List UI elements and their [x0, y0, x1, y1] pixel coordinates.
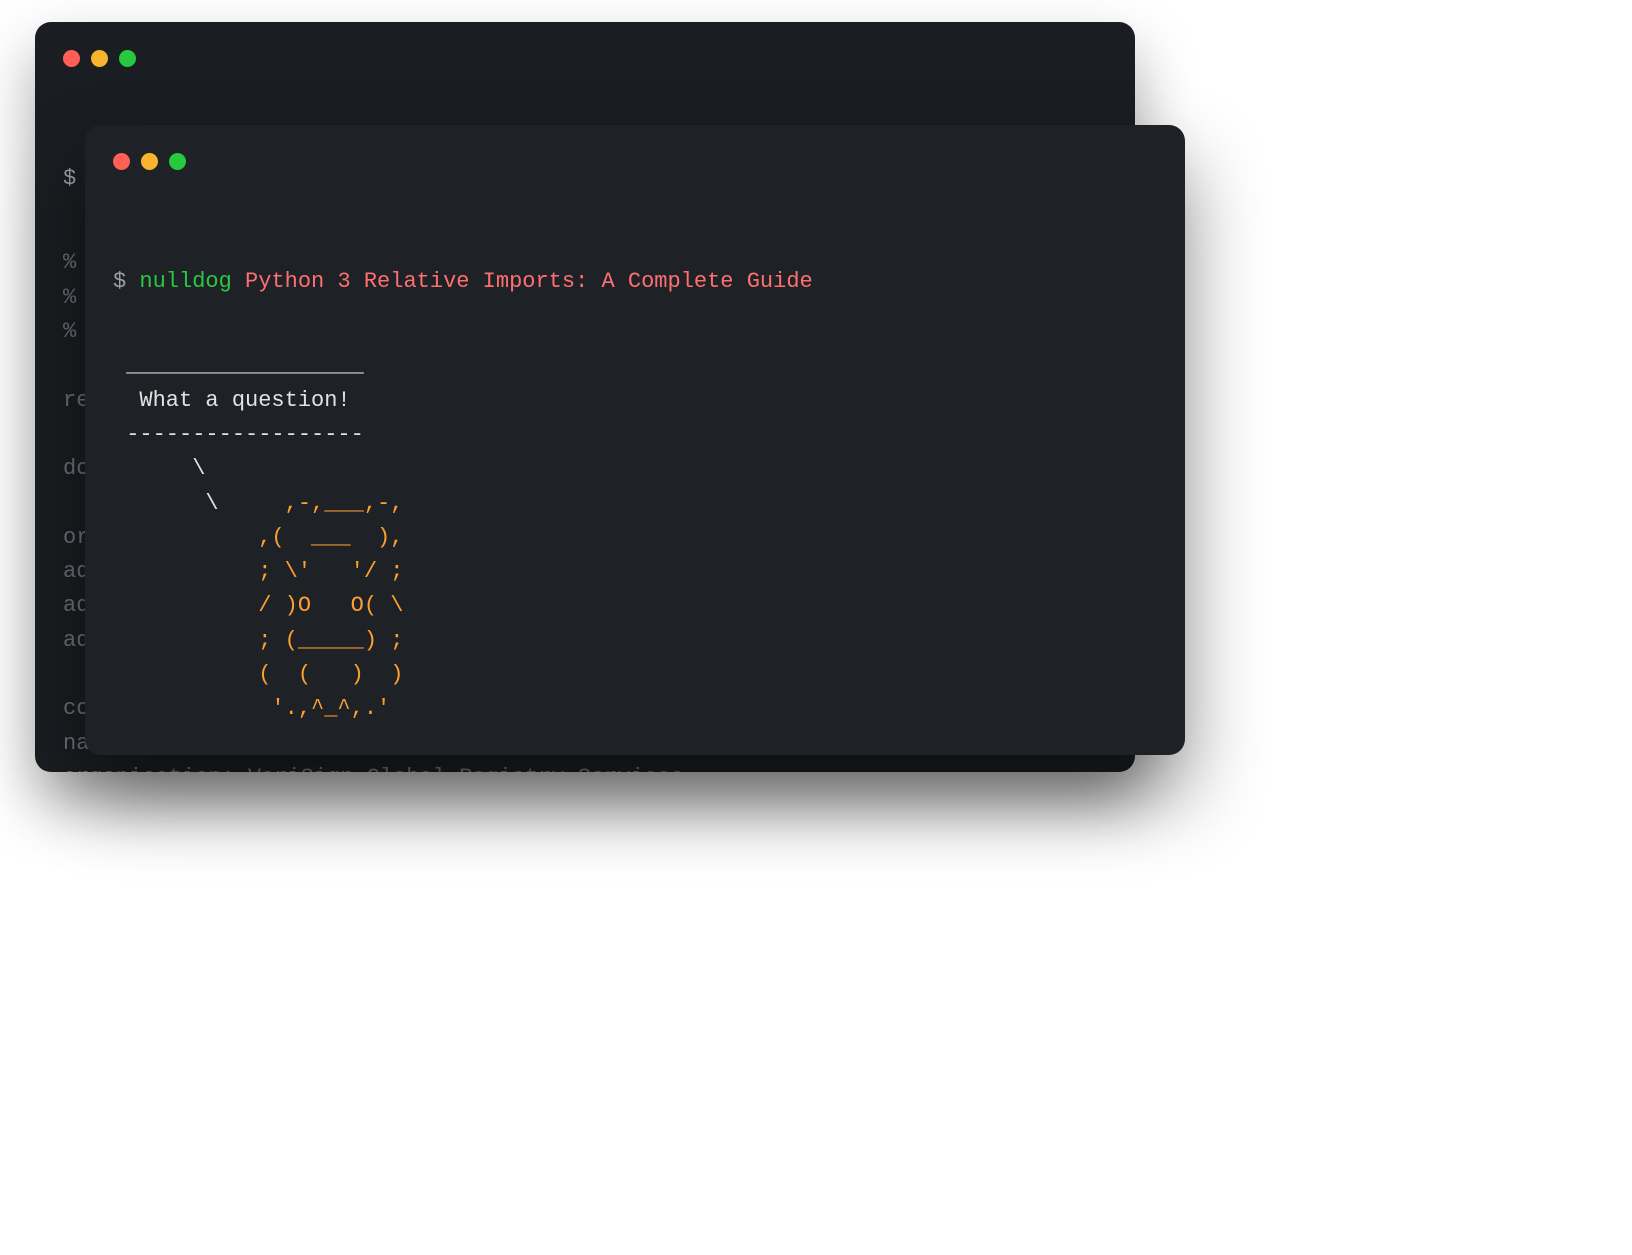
prompt-line: $ nulldog Python 3 Relative Imports: A C… [113, 265, 1157, 299]
ascii-art-line: ; (_____) ; [113, 628, 403, 653]
terminal-window-front: $ nulldog Python 3 Relative Imports: A C… [85, 125, 1185, 755]
output-line: organisation: VeriSign Global Registry S… [63, 765, 684, 772]
maximize-icon[interactable] [169, 153, 186, 170]
ascii-art-line: ( ( ) ) [113, 662, 403, 687]
maximize-icon[interactable] [119, 50, 136, 67]
ascii-art-line: / )O O( \ [113, 593, 403, 618]
speech-bubble-bottom: ------------------ [113, 422, 364, 447]
prompt-symbol: $ [113, 269, 126, 294]
ascii-art-line: \ ,-,___,-, [113, 491, 403, 516]
speech-bubble-text: What a question! [113, 388, 351, 413]
traffic-lights [63, 50, 1107, 67]
close-icon[interactable] [63, 50, 80, 67]
traffic-lights [113, 153, 1157, 170]
ascii-art-line: \ [113, 456, 205, 481]
command: nulldog [139, 269, 231, 294]
minimize-icon[interactable] [91, 50, 108, 67]
speech-bubble-top: __________________ [113, 353, 364, 378]
ascii-art-line: '.,^_^,.' [113, 696, 390, 721]
terminal-output-front: $ nulldog Python 3 Relative Imports: A C… [113, 196, 1157, 755]
close-icon[interactable] [113, 153, 130, 170]
ascii-art-line: ,( ___ ), [113, 525, 403, 550]
ascii-art-line: ; \' '/ ; [113, 559, 403, 584]
page-title: Python 3 Relative Imports: A Complete Gu… [245, 269, 813, 294]
prompt-symbol: $ [63, 166, 76, 191]
minimize-icon[interactable] [141, 153, 158, 170]
